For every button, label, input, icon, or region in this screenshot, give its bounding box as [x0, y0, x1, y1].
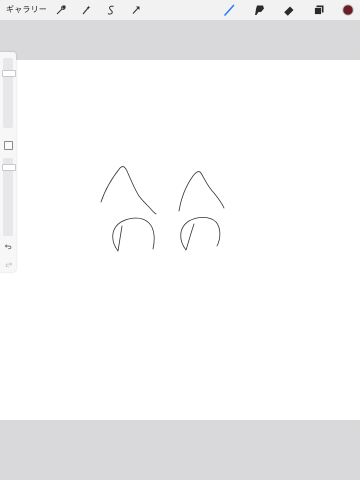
- drawing-canvas[interactable]: [0, 60, 360, 420]
- layers-icon[interactable]: [312, 3, 326, 17]
- smudge-icon[interactable]: [252, 3, 266, 17]
- redo-icon[interactable]: [3, 260, 13, 270]
- brush-opacity-slider[interactable]: [2, 158, 16, 236]
- eraser-icon[interactable]: [282, 3, 296, 17]
- selection-icon[interactable]: [104, 3, 118, 17]
- magic-wand-icon[interactable]: [79, 3, 93, 17]
- brush-size-slider[interactable]: [2, 58, 16, 128]
- side-toolbar: [0, 52, 16, 272]
- color-swatch[interactable]: [341, 3, 355, 17]
- transform-arrow-icon[interactable]: [129, 3, 143, 17]
- wrench-icon[interactable]: [54, 3, 68, 17]
- gallery-button[interactable]: ギャラリー: [6, 4, 47, 15]
- brush-size-handle[interactable]: [2, 70, 16, 77]
- modify-square-icon[interactable]: [4, 141, 13, 150]
- top-toolbar: ギャラリー: [0, 0, 360, 20]
- brush-opacity-handle[interactable]: [2, 164, 16, 171]
- brush-icon[interactable]: [222, 3, 236, 17]
- undo-icon[interactable]: [3, 242, 13, 252]
